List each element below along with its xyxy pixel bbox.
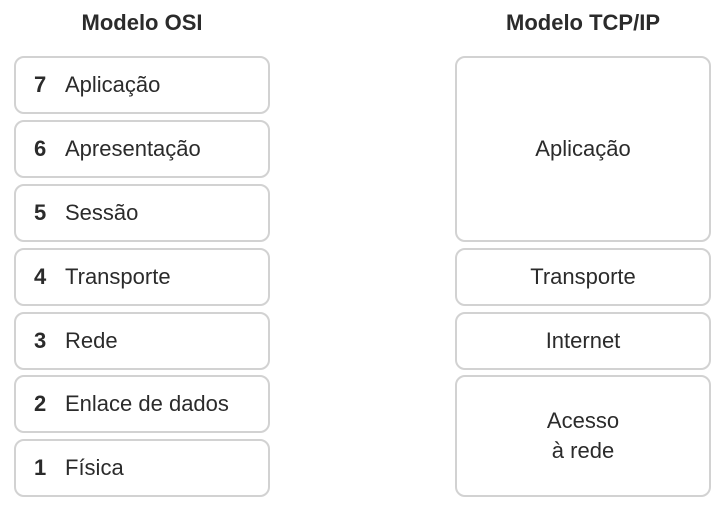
tcpip-layer-name: Transporte <box>530 264 636 289</box>
tcpip-layer-network-access: Acesso à rede <box>455 375 711 497</box>
osi-layer-number: 6 <box>34 136 47 161</box>
osi-layer-number: 3 <box>34 328 47 353</box>
tcpip-layer-name: Internet <box>545 328 621 353</box>
osi-layer-name: Sessão <box>65 200 139 225</box>
osi-layer-name: Aplicação <box>65 72 161 97</box>
osi-layer-name: Apresentação <box>65 136 201 161</box>
osi-layer-number: 7 <box>34 72 47 97</box>
tcpip-layer-transport: Transporte <box>455 248 711 306</box>
osi-layer-number: 4 <box>34 264 47 289</box>
osi-layer-name: Rede <box>65 328 118 353</box>
osi-layer-6: 6 Apresentação <box>14 120 270 178</box>
osi-layer-5: 5 Sessão <box>14 184 270 242</box>
osi-layer-number: 2 <box>34 391 47 416</box>
osi-layer-number: 1 <box>34 455 47 480</box>
osi-layer-3: 3 Rede <box>14 312 270 370</box>
tcpip-model-title: Modelo TCP/IP <box>506 10 660 35</box>
osi-layer-7: 7 Aplicação <box>14 56 270 114</box>
tcpip-layer-name: Aplicação <box>535 136 631 161</box>
tcpip-layer-name: Acesso à rede <box>546 408 620 463</box>
osi-layer-4: 4 Transporte <box>14 248 270 306</box>
osi-layer-name: Transporte <box>65 264 171 289</box>
osi-layer-name: Enlace de dados <box>65 391 229 416</box>
osi-model-title: Modelo OSI <box>81 10 203 35</box>
osi-layer-number: 5 <box>34 200 47 225</box>
tcpip-layer-internet: Internet <box>455 312 711 370</box>
osi-layer-2: 2 Enlace de dados <box>14 375 270 433</box>
osi-layer-name: Física <box>65 455 124 480</box>
tcpip-layer-application: Aplicação <box>455 56 711 242</box>
osi-layer-1: 1 Física <box>14 439 270 497</box>
